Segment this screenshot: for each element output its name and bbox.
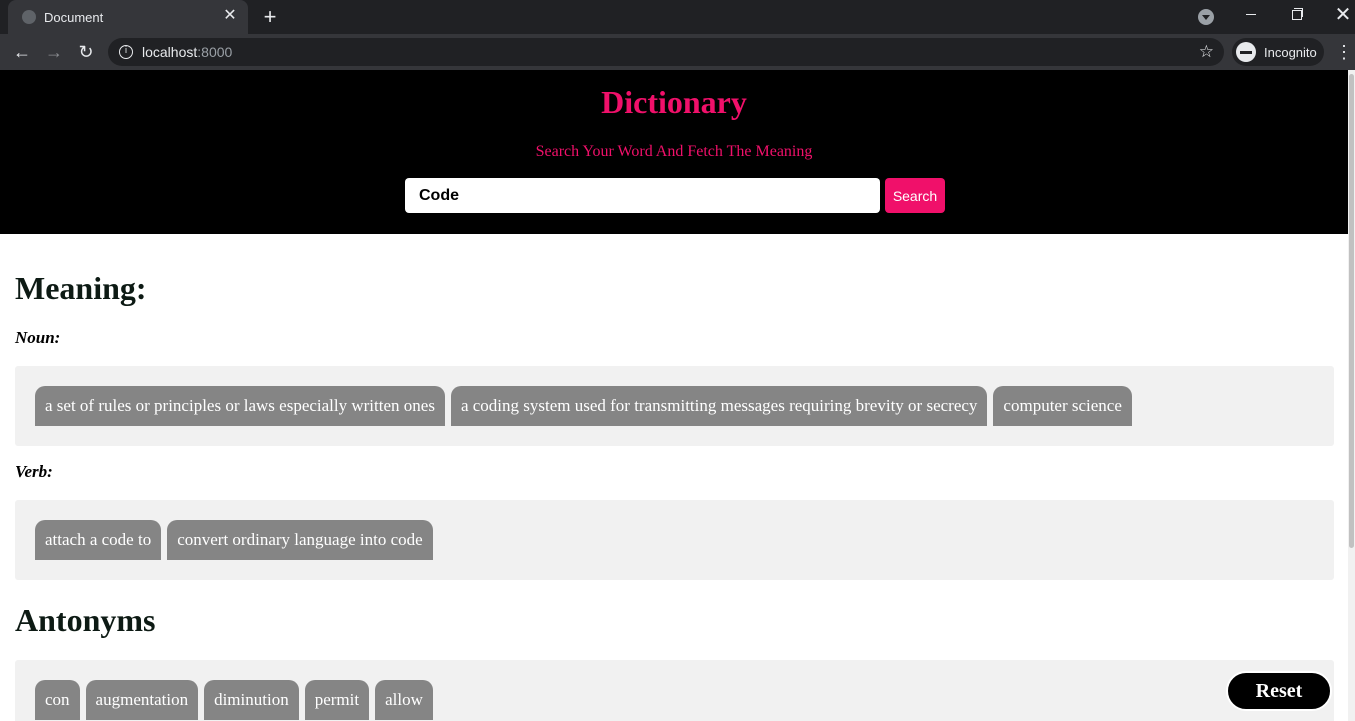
incognito-badge[interactable]: Incognito	[1232, 38, 1324, 66]
antonym-chip: permit	[304, 680, 370, 720]
restore-icon[interactable]	[1274, 0, 1320, 30]
url-text: localhost:8000	[142, 44, 232, 60]
antonym-chip: augmentation	[85, 680, 199, 720]
incognito-icon	[1236, 42, 1256, 62]
meaning-heading: Meaning:	[15, 270, 147, 306]
browser-tab-strip: Document ✕ + ✕	[0, 0, 1355, 34]
new-tab-button[interactable]: +	[258, 4, 282, 30]
page-tagline: Search Your Word And Fetch The Meaning	[535, 143, 813, 160]
page-header: Dictionary Search Your Word And Fetch Th…	[0, 70, 1348, 234]
antonym-chip: diminution	[204, 680, 299, 720]
tab-title: Document	[44, 10, 104, 25]
definition-chip: attach a code to	[35, 520, 162, 560]
antonyms-list: con augmentation diminution permit allow	[15, 660, 1334, 721]
page-scrollbar[interactable]	[1348, 70, 1355, 721]
search-input[interactable]	[405, 178, 880, 213]
search-button[interactable]: Search	[885, 178, 945, 213]
page-title: Dictionary	[601, 84, 747, 120]
antonym-chip: con	[35, 680, 80, 720]
forward-arrow-icon[interactable]: →	[40, 38, 68, 66]
minimize-icon[interactable]	[1228, 0, 1274, 30]
back-arrow-icon[interactable]: ←	[8, 38, 36, 66]
browser-menu-icon[interactable]: ⋮	[1334, 38, 1354, 66]
info-icon[interactable]: i	[119, 45, 133, 59]
definition-chip: a set of rules or principles or laws esp…	[35, 386, 445, 426]
reset-button[interactable]: Reset	[1226, 671, 1332, 711]
close-tab-icon[interactable]: ✕	[220, 6, 240, 26]
noun-definitions: a set of rules or principles or laws esp…	[15, 366, 1334, 446]
antonym-chip: allow	[375, 680, 433, 720]
window-close-icon[interactable]: ✕	[1320, 0, 1355, 30]
antonyms-heading: Antonyms	[15, 602, 156, 638]
verb-label: Verb:	[15, 462, 53, 481]
reload-icon[interactable]: ↻	[72, 38, 100, 66]
definition-chip: convert ordinary language into code	[167, 520, 433, 560]
browser-toolbar: ← → ↻ i localhost:8000 ☆ Incognito ⋮	[0, 34, 1355, 70]
definition-chip: computer science	[993, 386, 1132, 426]
tab-search-icon[interactable]	[1198, 9, 1214, 25]
verb-definitions: attach a code to convert ordinary languag…	[15, 500, 1334, 580]
definition-chip: a coding system used for transmitting me…	[450, 386, 988, 426]
url-port: :8000	[197, 44, 233, 60]
address-bar[interactable]: i localhost:8000 ☆	[108, 38, 1224, 66]
scrollbar-thumb[interactable]	[1349, 74, 1354, 548]
noun-label: Noun:	[15, 328, 61, 347]
browser-tab[interactable]: Document ✕	[8, 0, 248, 34]
url-host: localhost	[142, 44, 198, 60]
globe-icon	[22, 10, 36, 24]
page-viewport: Dictionary Search Your Word And Fetch Th…	[0, 70, 1355, 721]
bookmark-star-icon[interactable]: ☆	[1199, 42, 1214, 62]
incognito-label: Incognito	[1264, 45, 1317, 60]
